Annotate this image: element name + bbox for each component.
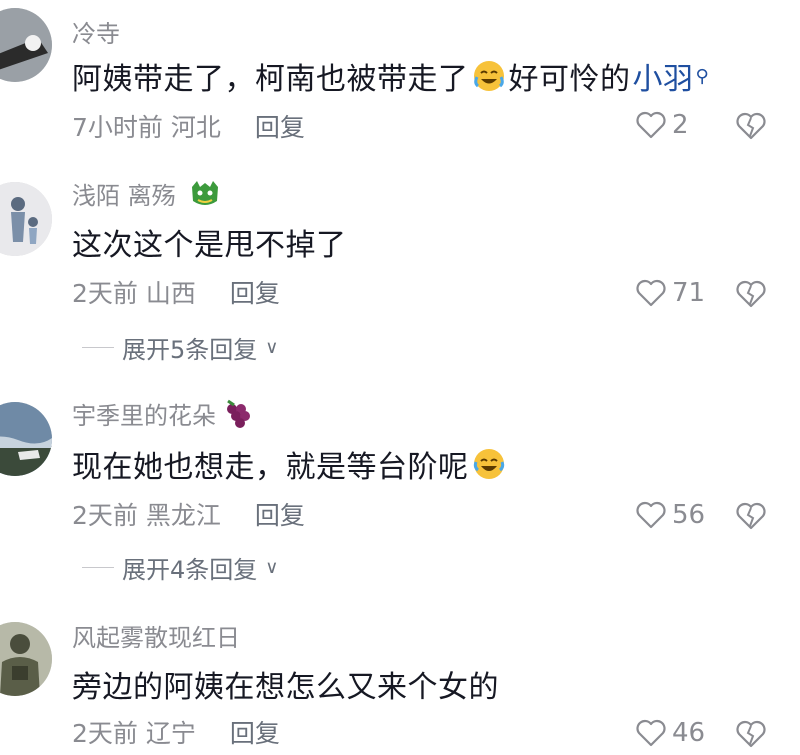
comment-location: 河北 <box>170 113 221 142</box>
comment-text-part: 阿姨带走了，柯南也被带走了 <box>72 62 469 97</box>
reply-button[interactable]: 回复 <box>230 714 280 750</box>
comment-meta: 7小时前 河北 回复 <box>72 108 305 144</box>
comment-time: 2天前 <box>72 719 138 748</box>
avatar[interactable] <box>0 622 52 696</box>
grapes-emoji-icon <box>220 397 254 431</box>
comment-location: 辽宁 <box>145 719 196 748</box>
divider <box>82 347 114 348</box>
broken-heart-icon[interactable] <box>736 502 766 530</box>
author-name[interactable]: 冷寺 <box>72 14 120 49</box>
dragon-emoji-icon <box>188 177 222 211</box>
comment-text-part: 现在她也想走，就是等台阶呢 <box>72 450 469 485</box>
reply-button[interactable]: 回复 <box>255 496 305 532</box>
crying-laughing-emoji-icon <box>472 59 506 93</box>
comment-meta: 2天前 辽宁 回复 <box>72 714 280 750</box>
reply-button[interactable]: 回复 <box>230 274 280 310</box>
expand-replies-label: 展开5条回复 <box>122 336 258 364</box>
mention-link[interactable]: 小羽 <box>633 54 694 98</box>
heart-icon <box>636 279 666 307</box>
comment-author[interactable]: 浅陌 离殇 <box>72 176 222 211</box>
author-name[interactable]: 风起雾散现红日 <box>72 618 240 653</box>
comment-author[interactable]: 冷寺 <box>72 14 120 49</box>
expand-replies-label: 展开4条回复 <box>122 556 258 584</box>
author-name[interactable]: 宇季里的花朵 <box>72 396 216 431</box>
expand-replies-button[interactable]: 展开5条回复 ∨ <box>82 330 278 365</box>
comment-text: 这次这个是甩不掉了 <box>72 220 347 264</box>
comment-meta: 2天前 山西 回复 <box>72 274 280 310</box>
broken-heart-icon[interactable] <box>736 280 766 308</box>
comment-text: 旁边的阿姨在想怎么又来个女的 <box>72 662 499 706</box>
like-button[interactable]: 46 <box>636 718 705 748</box>
chevron-down-icon: ∨ <box>265 557 279 578</box>
heart-icon <box>636 501 666 529</box>
comment-text: 阿姨带走了，柯南也被带走了 好可怜的 小羽 ⚲ <box>72 54 709 98</box>
like-count: 56 <box>672 500 706 530</box>
expand-replies-button[interactable]: 展开4条回复 ∨ <box>82 550 278 585</box>
comment-location: 山西 <box>145 279 196 308</box>
heart-icon <box>636 719 666 747</box>
like-button[interactable]: 2 <box>636 110 689 140</box>
like-count: 46 <box>672 718 706 748</box>
like-count: 71 <box>672 278 706 308</box>
comment-author[interactable]: 宇季里的花朵 <box>72 396 254 431</box>
comment-text: 现在她也想走，就是等台阶呢 <box>72 442 509 486</box>
comment-text-part: 旁边的阿姨在想怎么又来个女的 <box>72 670 499 705</box>
divider <box>82 567 114 568</box>
comment-author[interactable]: 风起雾散现红日 <box>72 618 240 653</box>
avatar[interactable] <box>0 182 52 256</box>
like-button[interactable]: 56 <box>636 500 705 530</box>
reply-button[interactable]: 回复 <box>255 108 305 144</box>
comment-location: 黑龙江 <box>145 501 221 530</box>
avatar[interactable] <box>0 402 52 476</box>
like-count: 2 <box>672 110 689 140</box>
laughing-emoji-icon <box>472 447 506 481</box>
author-name[interactable]: 浅陌 离殇 <box>72 176 176 211</box>
comment-time: 2天前 <box>72 501 138 530</box>
broken-heart-icon[interactable] <box>736 720 766 748</box>
avatar[interactable] <box>0 8 52 82</box>
chevron-down-icon: ∨ <box>265 337 279 358</box>
search-icon[interactable]: ⚲ <box>696 66 710 87</box>
heart-icon <box>636 111 666 139</box>
comment-time: 7小时前 <box>72 113 163 142</box>
comment-text-part: 好可怜的 <box>508 62 631 97</box>
comment-text-part: 这次这个是甩不掉了 <box>72 228 347 263</box>
broken-heart-icon[interactable] <box>736 112 766 140</box>
comment-time: 2天前 <box>72 279 138 308</box>
like-button[interactable]: 71 <box>636 278 705 308</box>
comment-meta: 2天前 黑龙江 回复 <box>72 496 305 532</box>
